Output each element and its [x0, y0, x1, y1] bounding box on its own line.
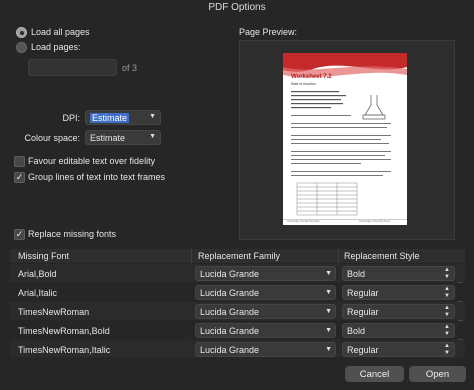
load-all-pages-label: Load all pages [31, 27, 90, 37]
column-header-replacement-family: Replacement Family [198, 251, 281, 261]
missing-font-name: Arial,Bold [18, 269, 57, 279]
replacement-style-select[interactable]: Regular ▲ ▼ [342, 342, 455, 357]
preview-doc-subtitle: Rate of reaction [291, 82, 316, 86]
open-button[interactable]: Open [409, 366, 466, 382]
dpi-label: DPI: [62, 113, 80, 123]
replacement-family-select[interactable]: Lucida Grande ▼ [195, 342, 336, 357]
load-pages-label: Load pages: [31, 42, 81, 52]
missing-font-name: TimesNewRoman,Bold [18, 326, 110, 336]
dropdown-arrow-icon: ▼ [325, 308, 332, 315]
replacement-family-value: Lucida Grande [200, 268, 260, 279]
window-title: PDF Options [208, 2, 266, 13]
dropdown-arrow-icon: ▼ [325, 270, 332, 277]
updown-arrows-icon: ▲ ▼ [444, 324, 450, 337]
load-all-pages-radio[interactable] [16, 27, 27, 38]
replacement-style-value: Bold [347, 325, 366, 336]
updown-arrows-icon: ▲ ▼ [444, 286, 450, 299]
favour-editable-checkbox[interactable] [14, 156, 25, 167]
group-lines-checkbox[interactable]: ✓ [14, 172, 25, 183]
replacement-style-select[interactable]: Bold ▲ ▼ [342, 323, 455, 338]
replacement-family-value: Lucida Grande [200, 287, 260, 298]
replacement-family-select[interactable]: Lucida Grande ▼ [195, 323, 336, 338]
replacement-style-value: Regular [347, 287, 379, 298]
replace-fonts-checkbox[interactable]: ✓ [14, 229, 25, 240]
replacement-style-value: Regular [347, 344, 379, 355]
colour-space-select[interactable]: Estimate ▼ [85, 130, 161, 145]
dpi-value: Estimate [90, 112, 130, 123]
dropdown-arrow-icon: ▼ [325, 289, 332, 296]
cancel-button[interactable]: Cancel [345, 366, 404, 382]
replacement-family-select[interactable]: Lucida Grande ▼ [195, 266, 336, 281]
replacement-family-value: Lucida Grande [200, 344, 260, 355]
preview-footer-left: Cambridge IGCSE Chemistry [287, 220, 320, 223]
replacement-style-select[interactable]: Bold ▲ ▼ [342, 266, 455, 281]
page-preview-panel: Worksheet 7.2 Rate of reaction Cambridge… [239, 40, 455, 240]
load-pages-radio[interactable] [16, 42, 27, 53]
missing-font-name: Arial,Italic [18, 288, 58, 298]
replacement-family-value: Lucida Grande [200, 325, 260, 336]
preview-doc-title: Worksheet 7.2 [291, 74, 332, 80]
dropdown-arrow-icon: ▼ [149, 113, 156, 120]
colour-space-label: Colour space: [24, 133, 80, 143]
missing-font-name: TimesNewRoman,Italic [18, 345, 111, 355]
column-header-missing-font: Missing Font [18, 251, 70, 261]
colour-space-value: Estimate [90, 132, 126, 143]
page-preview-label: Page Preview: [239, 27, 298, 37]
dpi-select[interactable]: Estimate ▼ [85, 110, 161, 125]
column-header-replacement-style: Replacement Style [344, 251, 420, 261]
missing-font-name: TimesNewRoman [18, 307, 90, 317]
dropdown-arrow-icon: ▼ [149, 133, 156, 140]
checkmark-icon: ✓ [15, 229, 24, 239]
replace-fonts-label: Replace missing fonts [28, 229, 117, 239]
replacement-style-value: Regular [347, 306, 379, 317]
preview-page-thumbnail: Worksheet 7.2 Rate of reaction Cambridge… [283, 53, 407, 225]
replacement-style-select[interactable]: Regular ▲ ▼ [342, 285, 455, 300]
dropdown-arrow-icon: ▼ [325, 327, 332, 334]
updown-arrows-icon: ▲ ▼ [444, 267, 450, 280]
replacement-family-select[interactable]: Lucida Grande ▼ [195, 285, 336, 300]
replacement-family-select[interactable]: Lucida Grande ▼ [195, 304, 336, 319]
page-count-label: of 3 [122, 63, 138, 73]
page-range-input[interactable] [28, 59, 117, 76]
replacement-style-select[interactable]: Regular ▲ ▼ [342, 304, 455, 319]
preview-footer-right: Cambridge University Press [359, 220, 390, 223]
dropdown-arrow-icon: ▼ [325, 346, 332, 353]
group-lines-label: Group lines of text into text frames [28, 172, 166, 182]
replacement-family-value: Lucida Grande [200, 306, 260, 317]
replacement-style-value: Bold [347, 268, 366, 279]
updown-arrows-icon: ▲ ▼ [444, 305, 450, 318]
favour-editable-label: Favour editable text over fidelity [28, 156, 156, 166]
updown-arrows-icon: ▲ ▼ [444, 343, 450, 356]
checkmark-icon: ✓ [15, 172, 24, 182]
